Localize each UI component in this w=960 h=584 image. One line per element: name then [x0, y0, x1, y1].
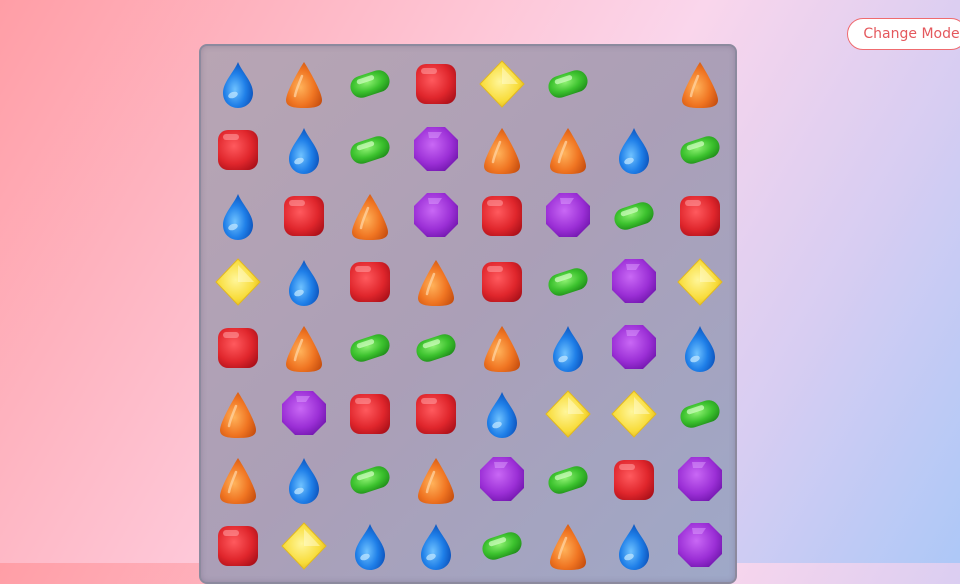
green-jellybean-candy-icon[interactable]: [542, 256, 594, 308]
orange-cone-candy-icon[interactable]: [476, 124, 528, 176]
purple-octagon-candy-icon[interactable]: [410, 190, 462, 242]
green-jellybean-candy-icon[interactable]: [674, 124, 726, 176]
yellow-diamond-candy-icon[interactable]: [608, 388, 660, 440]
blue-drop-candy-icon[interactable]: [608, 520, 660, 572]
yellow-diamond-candy-icon[interactable]: [674, 256, 726, 308]
purple-octagon-candy-icon[interactable]: [410, 124, 462, 176]
blue-drop-candy-icon[interactable]: [608, 124, 660, 176]
orange-cone-candy-icon[interactable]: [542, 520, 594, 572]
red-square-candy-icon[interactable]: [344, 388, 396, 440]
red-square-candy-icon[interactable]: [410, 58, 462, 110]
yellow-diamond-candy-icon[interactable]: [278, 520, 330, 572]
blue-drop-candy-icon[interactable]: [278, 124, 330, 176]
green-jellybean-candy-icon[interactable]: [674, 388, 726, 440]
blue-drop-candy-icon[interactable]: [344, 520, 396, 572]
yellow-diamond-candy-icon[interactable]: [542, 388, 594, 440]
orange-cone-candy-icon[interactable]: [674, 58, 726, 110]
purple-octagon-candy-icon[interactable]: [542, 190, 594, 242]
orange-cone-candy-icon[interactable]: [344, 190, 396, 242]
green-jellybean-candy-icon[interactable]: [344, 124, 396, 176]
orange-cone-candy-icon[interactable]: [278, 322, 330, 374]
change-mode-button[interactable]: Change Mode: [847, 18, 960, 50]
red-square-candy-icon[interactable]: [476, 256, 528, 308]
game-board: [199, 44, 737, 584]
orange-cone-candy-icon[interactable]: [410, 454, 462, 506]
yellow-diamond-candy-icon[interactable]: [476, 58, 528, 110]
green-jellybean-candy-icon[interactable]: [344, 454, 396, 506]
blue-drop-candy-icon[interactable]: [542, 322, 594, 374]
red-square-candy-icon[interactable]: [344, 256, 396, 308]
green-jellybean-candy-icon[interactable]: [410, 322, 462, 374]
red-square-candy-icon[interactable]: [212, 520, 264, 572]
orange-cone-candy-icon[interactable]: [212, 388, 264, 440]
purple-octagon-candy-icon[interactable]: [476, 454, 528, 506]
orange-cone-candy-icon[interactable]: [542, 124, 594, 176]
green-jellybean-candy-icon[interactable]: [476, 520, 528, 572]
blue-drop-candy-icon[interactable]: [674, 322, 726, 374]
red-square-candy-icon[interactable]: [212, 124, 264, 176]
green-jellybean-candy-icon[interactable]: [542, 454, 594, 506]
orange-cone-candy-icon[interactable]: [476, 322, 528, 374]
green-jellybean-candy-icon[interactable]: [344, 58, 396, 110]
red-square-candy-icon[interactable]: [674, 190, 726, 242]
red-square-candy-icon[interactable]: [212, 322, 264, 374]
blue-drop-candy-icon[interactable]: [410, 520, 462, 572]
empty-cell[interactable]: [608, 58, 660, 110]
blue-drop-candy-icon[interactable]: [212, 190, 264, 242]
purple-octagon-candy-icon[interactable]: [674, 520, 726, 572]
purple-octagon-candy-icon[interactable]: [608, 322, 660, 374]
orange-cone-candy-icon[interactable]: [410, 256, 462, 308]
green-jellybean-candy-icon[interactable]: [542, 58, 594, 110]
red-square-candy-icon[interactable]: [608, 454, 660, 506]
blue-drop-candy-icon[interactable]: [278, 256, 330, 308]
purple-octagon-candy-icon[interactable]: [608, 256, 660, 308]
green-jellybean-candy-icon[interactable]: [344, 322, 396, 374]
purple-octagon-candy-icon[interactable]: [674, 454, 726, 506]
blue-drop-candy-icon[interactable]: [212, 58, 264, 110]
green-jellybean-candy-icon[interactable]: [608, 190, 660, 242]
red-square-candy-icon[interactable]: [410, 388, 462, 440]
purple-octagon-candy-icon[interactable]: [278, 388, 330, 440]
blue-drop-candy-icon[interactable]: [476, 388, 528, 440]
yellow-diamond-candy-icon[interactable]: [212, 256, 264, 308]
blue-drop-candy-icon[interactable]: [278, 454, 330, 506]
orange-cone-candy-icon[interactable]: [212, 454, 264, 506]
orange-cone-candy-icon[interactable]: [278, 58, 330, 110]
red-square-candy-icon[interactable]: [476, 190, 528, 242]
red-square-candy-icon[interactable]: [278, 190, 330, 242]
